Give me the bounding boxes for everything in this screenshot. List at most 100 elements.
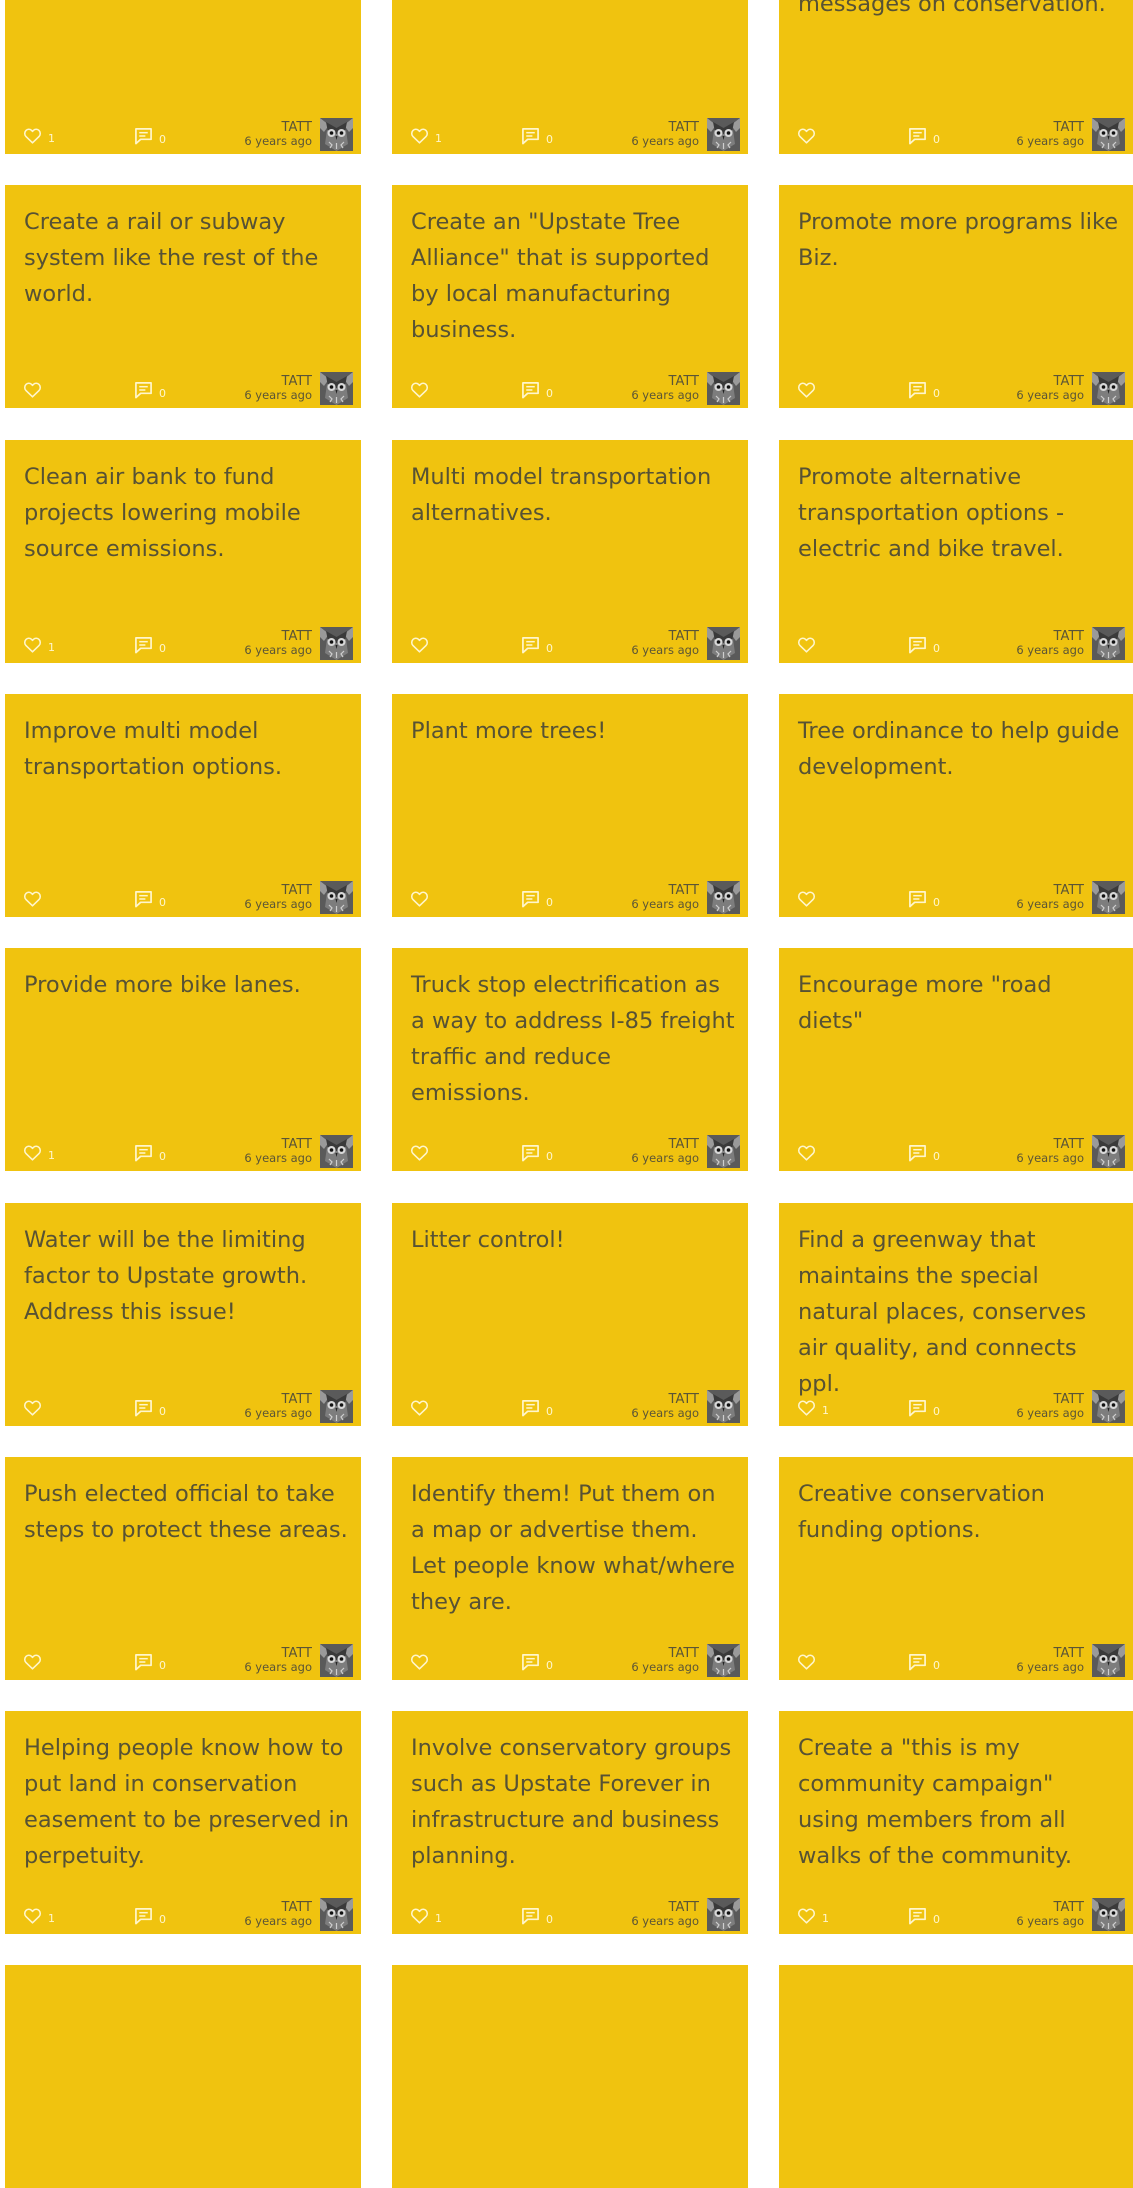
comment-button[interactable]: 0 xyxy=(908,1399,940,1417)
comment-button[interactable]: 0 xyxy=(908,127,940,145)
comment-button[interactable]: 0 xyxy=(521,1653,553,1671)
comment-button[interactable]: 0 xyxy=(134,127,166,145)
idea-card[interactable]: Find a greenway that maintains the speci… xyxy=(779,1203,1133,1426)
comment-button[interactable]: 0 xyxy=(908,1907,940,1925)
author-name: TATT xyxy=(281,374,312,389)
comment-button[interactable]: 0 xyxy=(521,1144,553,1162)
comment-button[interactable]: 0 xyxy=(134,890,166,908)
comment-button[interactable]: 0 xyxy=(134,381,166,399)
owl-avatar-icon xyxy=(707,1898,740,1931)
idea-card[interactable]: Push elected official to take steps to p… xyxy=(5,1457,361,1680)
idea-card[interactable]: Water will be the limiting factor to Ups… xyxy=(5,1203,361,1426)
comment-button[interactable]: 0 xyxy=(134,1144,166,1162)
idea-card[interactable]: Helping people know how to put land in c… xyxy=(5,1711,361,1934)
idea-card[interactable]: Litter control! 0 TATT 6 years ago xyxy=(392,1203,748,1426)
comment-count: 0 xyxy=(159,1405,166,1418)
like-button[interactable]: 1 xyxy=(410,126,442,144)
like-button[interactable]: 1 xyxy=(23,1143,55,1161)
like-button[interactable] xyxy=(410,1143,435,1161)
idea-card[interactable]: Multi model transportation alternatives.… xyxy=(392,440,748,663)
comment-button[interactable]: 0 xyxy=(521,890,553,908)
idea-card[interactable]: Improve multi model transportation optio… xyxy=(5,694,361,917)
author-info: TATT 6 years ago xyxy=(244,1901,312,1928)
comment-button[interactable]: 0 xyxy=(908,890,940,908)
like-button[interactable] xyxy=(410,1652,435,1670)
comment-button[interactable]: 0 xyxy=(134,1907,166,1925)
idea-card[interactable]: Create an "Upstate Tree Alliance" that i… xyxy=(392,185,748,408)
heart-icon xyxy=(797,1908,816,1924)
author-info: TATT 6 years ago xyxy=(244,1647,312,1674)
like-button[interactable] xyxy=(410,635,435,653)
avatar xyxy=(707,1135,740,1168)
idea-card[interactable]: Promote more programs like Biz. 0 TATT 6… xyxy=(779,185,1133,408)
idea-card[interactable] xyxy=(5,1965,361,2188)
idea-card[interactable]: Involve conservatory groups such as Upst… xyxy=(392,1711,748,1934)
like-button[interactable] xyxy=(797,889,822,907)
owl-avatar-icon xyxy=(1092,1390,1125,1423)
comment-button[interactable]: 0 xyxy=(908,1653,940,1671)
idea-card[interactable]: Provide more bike lanes. 1 0 TATT 6 year… xyxy=(5,948,361,1171)
comment-button[interactable]: 0 xyxy=(134,1399,166,1417)
like-button[interactable] xyxy=(797,380,822,398)
avatar xyxy=(707,1644,740,1677)
idea-card[interactable]: Encourage more "road diets" 0 TATT 6 yea… xyxy=(779,948,1133,1171)
author-info: TATT 6 years ago xyxy=(631,1393,699,1420)
idea-card[interactable]: energy. 1 0 TATT 6 years ago xyxy=(392,0,748,154)
comment-count: 0 xyxy=(546,1150,553,1163)
like-button[interactable] xyxy=(23,1398,48,1416)
comment-count: 0 xyxy=(159,1150,166,1163)
like-button[interactable]: 1 xyxy=(797,1398,829,1416)
author-info: TATT 6 years ago xyxy=(244,630,312,657)
like-button[interactable] xyxy=(797,1143,822,1161)
comment-button[interactable]: 0 xyxy=(908,1144,940,1162)
idea-card[interactable]: Creative conservation funding options. 0… xyxy=(779,1457,1133,1680)
like-button[interactable]: 1 xyxy=(410,1906,442,1924)
idea-card[interactable]: protect natural resources. 1 0 TATT 6 ye… xyxy=(5,0,361,154)
comment-button[interactable]: 0 xyxy=(521,1907,553,1925)
like-button[interactable]: 1 xyxy=(23,126,55,144)
owl-avatar-icon xyxy=(1092,1644,1125,1677)
post-time: 6 years ago xyxy=(244,134,312,148)
card-footer: 0 TATT 6 years ago xyxy=(392,623,748,663)
heart-icon xyxy=(410,1145,429,1161)
like-button[interactable]: 1 xyxy=(797,1906,829,1924)
comment-button[interactable]: 0 xyxy=(521,381,553,399)
comment-button[interactable]: 0 xyxy=(134,1653,166,1671)
card-footer: 1 0 TATT 6 years ago xyxy=(779,1386,1133,1426)
idea-card[interactable]: Create a "this is my community campaign"… xyxy=(779,1711,1133,1934)
like-button[interactable] xyxy=(410,380,435,398)
post-time: 6 years ago xyxy=(1016,388,1084,402)
like-count: 1 xyxy=(48,132,55,145)
comment-button[interactable]: 0 xyxy=(908,636,940,654)
like-button[interactable] xyxy=(23,380,48,398)
author-info: TATT 6 years ago xyxy=(631,1647,699,1674)
idea-card[interactable]: funding for educational PSA messages on … xyxy=(779,0,1133,154)
idea-card[interactable]: Promote alternative transportation optio… xyxy=(779,440,1133,663)
comment-button[interactable]: 0 xyxy=(521,127,553,145)
comment-icon xyxy=(909,891,926,908)
idea-card[interactable]: Tree ordinance to help guide development… xyxy=(779,694,1133,917)
like-button[interactable] xyxy=(23,889,48,907)
idea-card[interactable]: Truck stop electrification as a way to a… xyxy=(392,948,748,1171)
like-button[interactable] xyxy=(23,1652,48,1670)
like-count: 1 xyxy=(822,1404,829,1417)
idea-card[interactable]: Identify them! Put them on a map or adve… xyxy=(392,1457,748,1680)
comment-button[interactable]: 0 xyxy=(521,1399,553,1417)
idea-card[interactable]: Create a rail or subway system like the … xyxy=(5,185,361,408)
idea-card[interactable]: Clean air bank to fund projects lowering… xyxy=(5,440,361,663)
like-button[interactable] xyxy=(797,126,822,144)
like-button[interactable]: 1 xyxy=(23,1906,55,1924)
idea-card[interactable] xyxy=(392,1965,748,2188)
idea-card[interactable]: Plant more trees! 0 TATT 6 years ago xyxy=(392,694,748,917)
comment-button[interactable]: 0 xyxy=(134,636,166,654)
idea-card[interactable] xyxy=(779,1965,1133,2188)
like-button[interactable] xyxy=(797,635,822,653)
like-button[interactable] xyxy=(410,1398,435,1416)
like-button[interactable] xyxy=(410,889,435,907)
comment-button[interactable]: 0 xyxy=(521,636,553,654)
author-name: TATT xyxy=(1053,1900,1084,1915)
author-name: TATT xyxy=(1053,883,1084,898)
comment-button[interactable]: 0 xyxy=(908,381,940,399)
like-button[interactable]: 1 xyxy=(23,635,55,653)
like-button[interactable] xyxy=(797,1652,822,1670)
